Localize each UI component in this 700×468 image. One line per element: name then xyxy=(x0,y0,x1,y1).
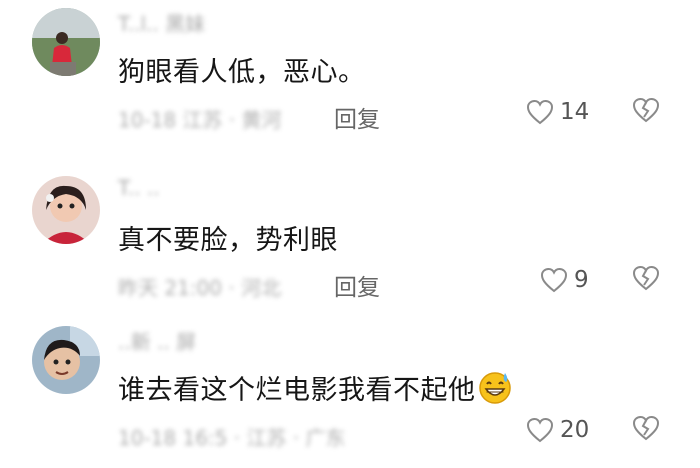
avatar[interactable] xyxy=(32,176,100,244)
comment-text: 狗眼看人低，恶心。 xyxy=(118,57,366,88)
comment-text: 真不要脸，势利眼 xyxy=(118,225,338,256)
comment-item: T..l.. 黑妹 狗眼看人低，恶心。 10-18 江苏 · 黄河 回复 14 xyxy=(0,0,700,150)
comment-meta: 10-18 16:5 · 江苏 · 广东 xyxy=(118,426,346,450)
reply-button[interactable]: 回复 xyxy=(334,100,380,134)
broken-heart-icon xyxy=(632,97,660,123)
broken-heart-icon xyxy=(632,415,660,441)
boy-portrait-avatar-icon xyxy=(32,326,100,394)
comment-meta: 10-18 江苏 · 黄河 xyxy=(118,108,282,132)
like-count: 14 xyxy=(560,99,590,125)
username[interactable]: T.. .. xyxy=(118,176,160,200)
dislike-button[interactable] xyxy=(632,97,662,127)
heart-outline-icon xyxy=(526,99,554,125)
like-button[interactable]: 20 xyxy=(526,415,589,445)
comment-text: 谁去看这个烂电影我看不起他 xyxy=(118,368,512,412)
dislike-button[interactable] xyxy=(632,265,662,295)
comment-text-content: 谁去看这个烂电影我看不起他 xyxy=(118,375,476,406)
username[interactable]: ..新 .. 屏 xyxy=(118,326,196,355)
grinning-sweat-emoji-icon xyxy=(478,371,512,412)
reply-button[interactable]: 回复 xyxy=(334,268,380,302)
username[interactable]: T..l.. 黑妹 xyxy=(118,8,205,37)
like-count: 20 xyxy=(560,417,590,443)
comment-meta: 昨天 21:00 · 河北 xyxy=(118,276,282,300)
dislike-button[interactable] xyxy=(632,415,662,445)
avatar[interactable] xyxy=(32,326,100,394)
heart-outline-icon xyxy=(526,417,554,443)
comment-item: ..新 .. 屏 谁去看这个烂电影我看不起他 10-18 16:5 · 江苏 ·… xyxy=(0,318,700,468)
like-button[interactable]: 9 xyxy=(540,265,589,295)
avatar[interactable] xyxy=(32,8,100,76)
comment-item: T.. .. 真不要脸，势利眼 昨天 21:00 · 河北 回复 9 xyxy=(0,168,700,318)
woman-in-red-avatar-icon xyxy=(32,8,100,76)
heart-outline-icon xyxy=(540,267,568,293)
like-button[interactable]: 14 xyxy=(526,97,589,127)
like-count: 9 xyxy=(574,267,589,293)
broken-heart-icon xyxy=(632,265,660,291)
girl-portrait-avatar-icon xyxy=(32,176,100,244)
